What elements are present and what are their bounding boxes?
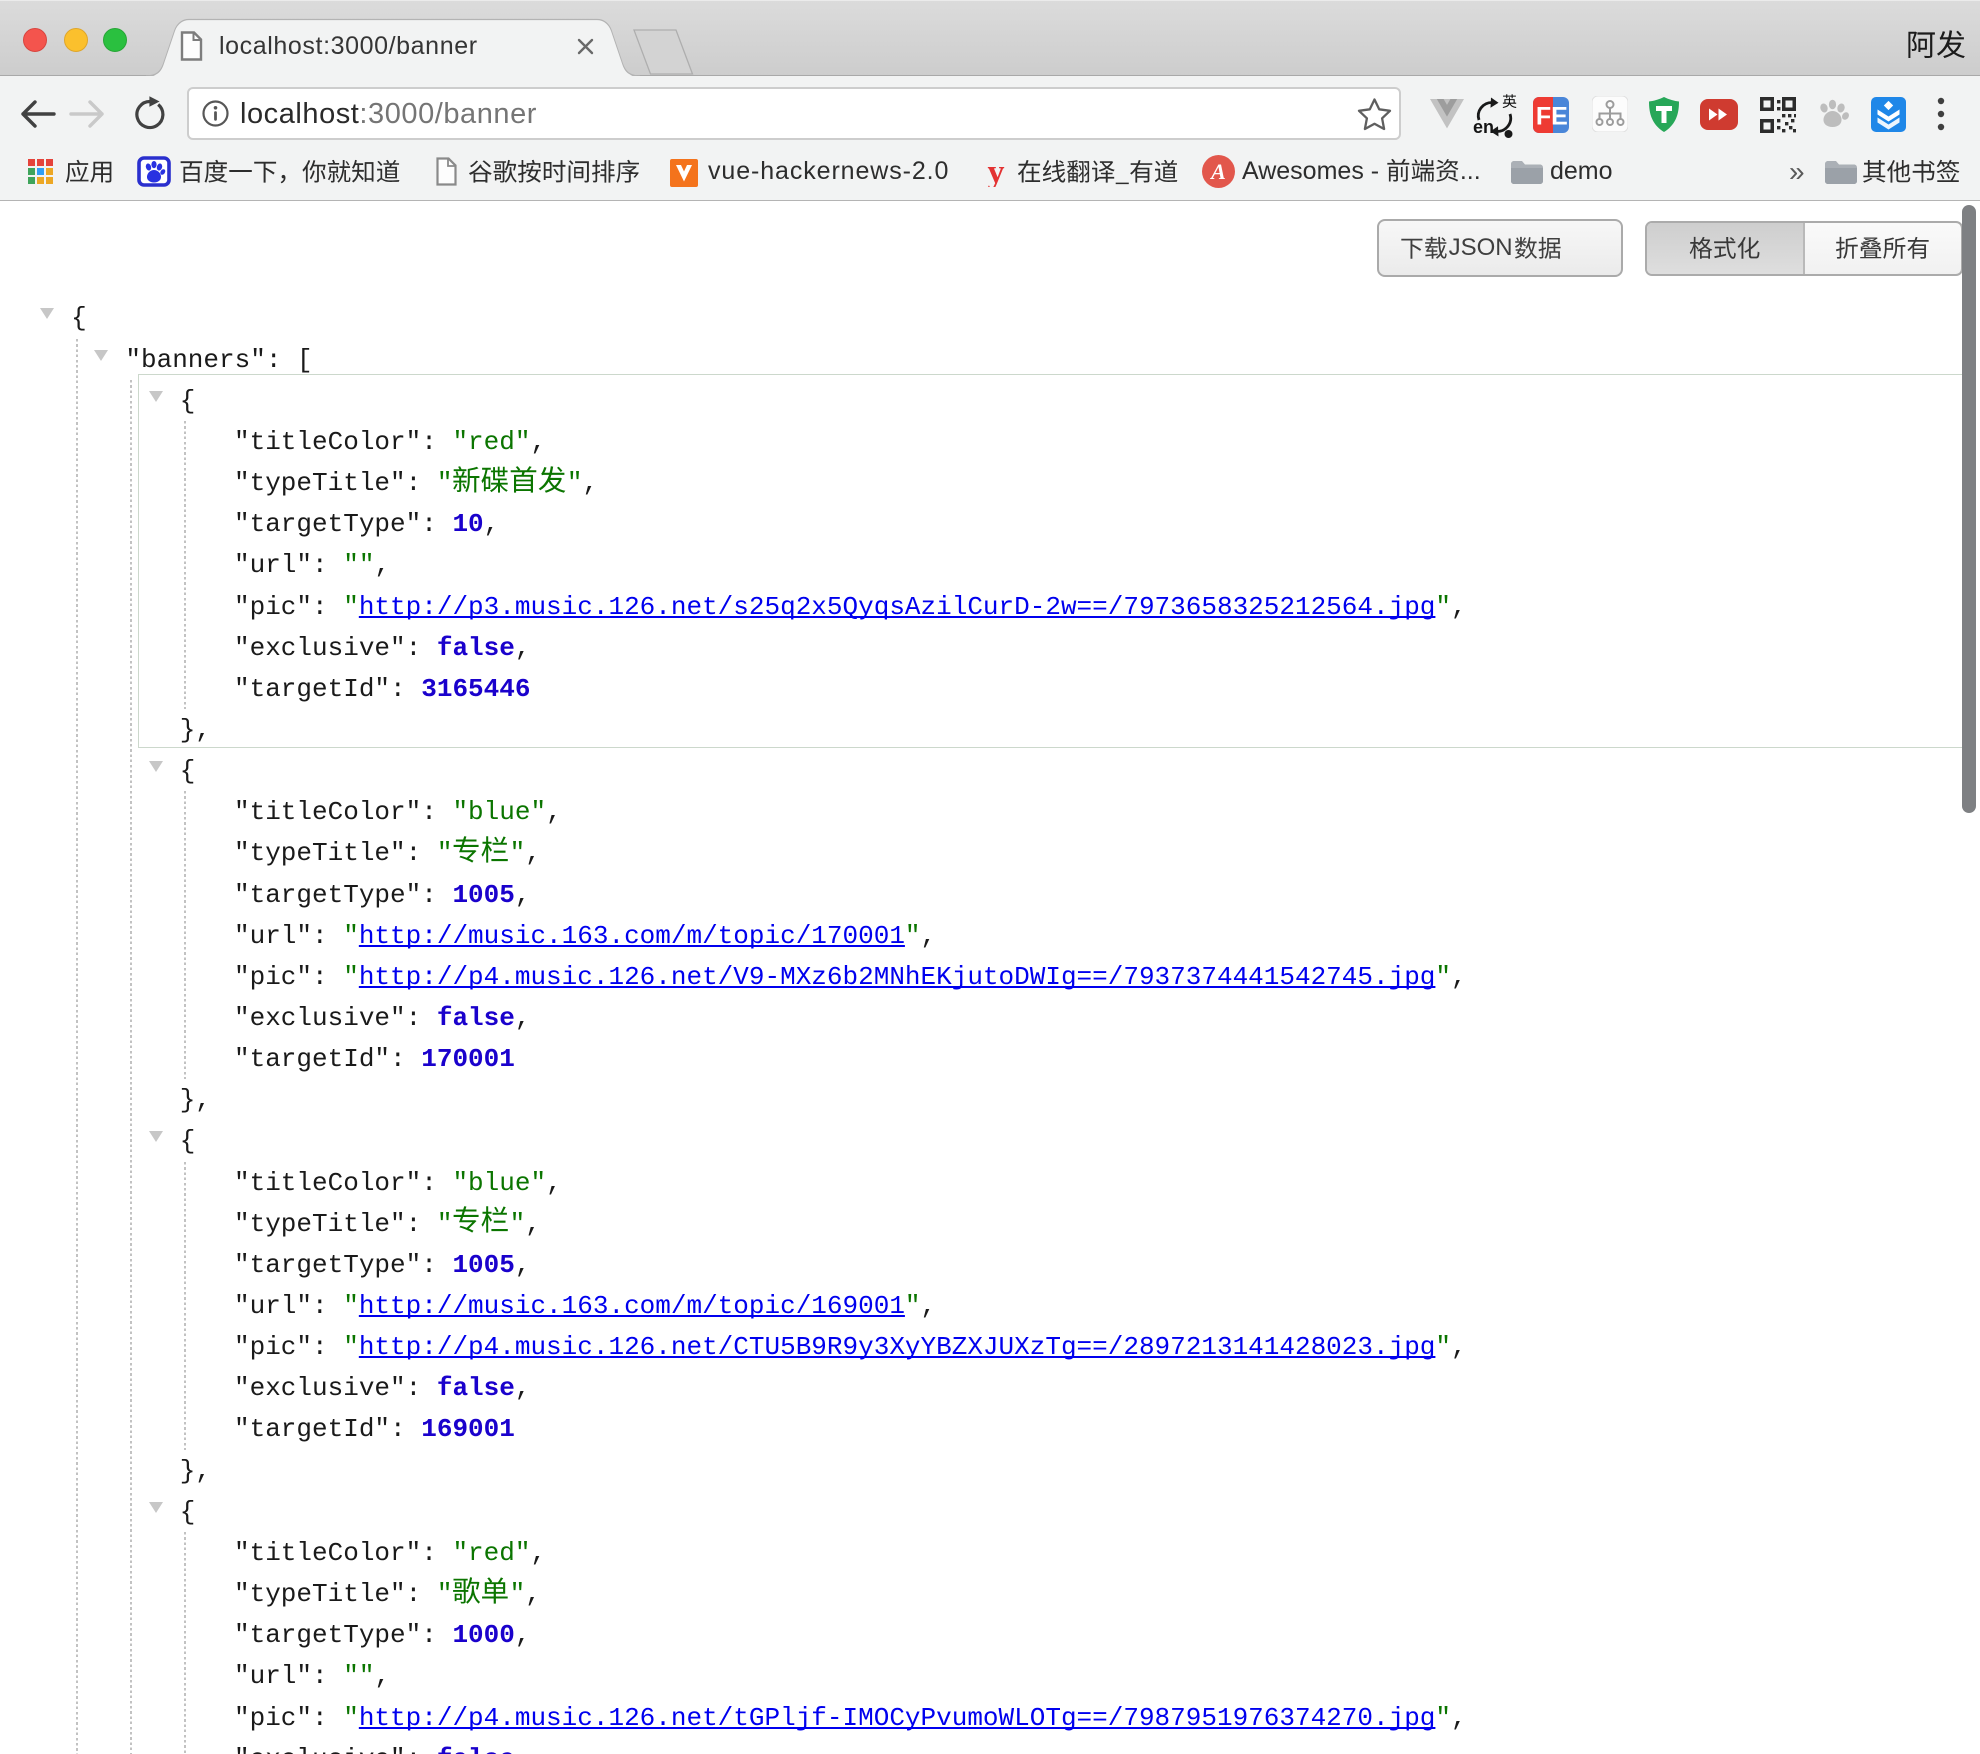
svg-text:E: E [1551,103,1568,131]
svg-text:F: F [1536,103,1551,131]
svg-text:y: y [988,157,1005,187]
svg-text:A: A [1209,159,1226,184]
